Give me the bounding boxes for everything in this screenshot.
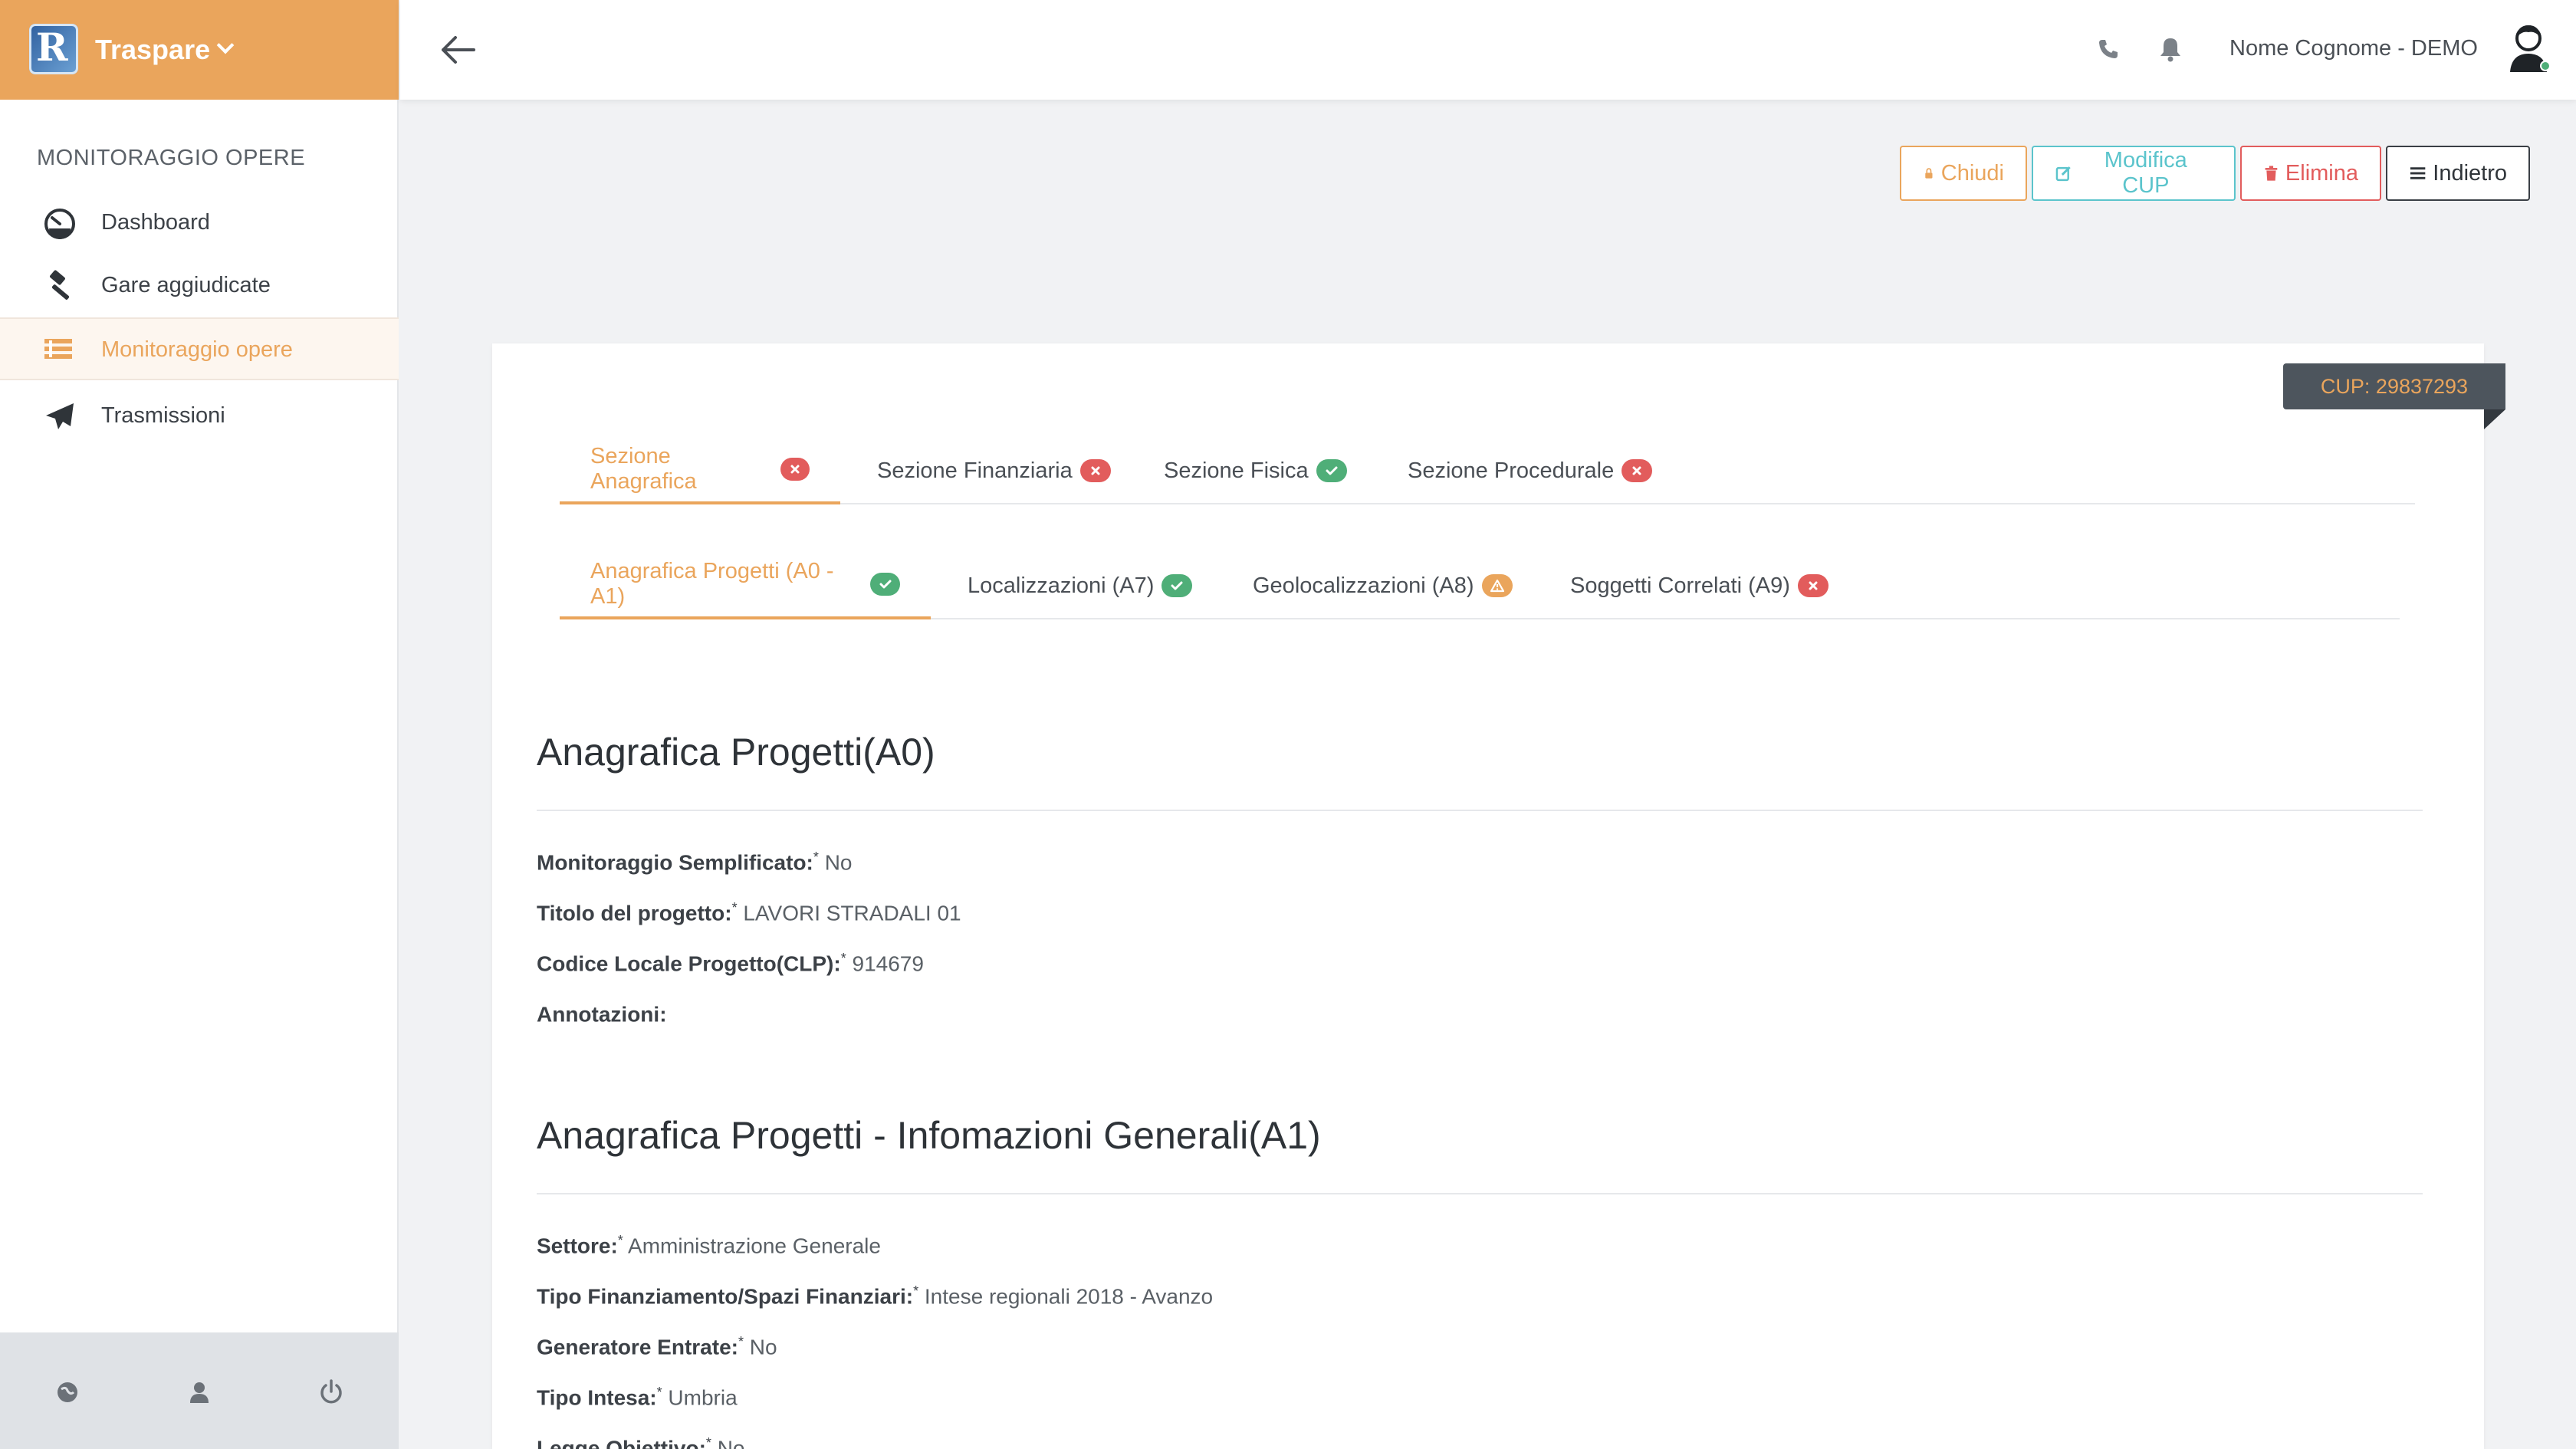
menu-icon xyxy=(2410,167,2426,179)
traspare-logo: R xyxy=(29,24,78,74)
gavel-icon xyxy=(50,270,70,300)
sidebar-item-label: Dashboard xyxy=(101,210,210,235)
sidebar-section-title: MONITORAGGIO OPERE xyxy=(37,146,306,170)
section-title-a0: Anagrafica Progetti(A0) xyxy=(537,731,935,774)
error-icon xyxy=(1622,459,1653,482)
sidebar-item-label: Monitoraggio opere xyxy=(101,337,293,362)
sidebar-footer xyxy=(0,1332,399,1449)
edit-icon xyxy=(2055,166,2071,182)
sidebar-item-label: Gare aggiudicate xyxy=(101,273,271,297)
field-legge-obiettivo: Legge Obiettivo:* No xyxy=(537,1435,745,1449)
modifica-cup-button[interactable]: Modifica CUP xyxy=(2032,146,2236,201)
field-settore: Settore:* Amministrazione Generale xyxy=(537,1233,881,1258)
sidebar-item-trasmissioni[interactable]: Trasmissioni xyxy=(0,385,399,448)
tab-geolocalizzazioni[interactable]: Geolocalizzazioni (A8) xyxy=(1222,552,1543,619)
sidebar: R Traspare MONITORAGGIO OPERE Dashboard … xyxy=(0,0,399,1449)
power-icon[interactable] xyxy=(316,1377,347,1408)
user-icon[interactable] xyxy=(184,1377,215,1408)
chiudi-button[interactable]: Chiudi xyxy=(1900,146,2027,201)
brand-dropdown[interactable]: R Traspare xyxy=(0,0,399,100)
tab-soggetti-correlati[interactable]: Soggetti Correlati (A9) xyxy=(1539,552,1859,619)
field-tipo-finanziamento: Tipo Finanziamento/Spazi Finanziari:* In… xyxy=(537,1283,1214,1309)
check-icon xyxy=(870,573,900,596)
avatar[interactable] xyxy=(2505,21,2553,75)
field-tipo-intesa: Tipo Intesa:* Umbria xyxy=(537,1385,738,1410)
globe-icon[interactable] xyxy=(52,1377,83,1408)
sidebar-item-monitoraggio[interactable]: Monitoraggio opere xyxy=(0,317,399,380)
chevron-down-icon xyxy=(216,36,235,54)
indietro-button[interactable]: Indietro xyxy=(2386,146,2530,201)
cup-ribbon: CUP: 29837293 xyxy=(2283,363,2505,409)
tab-anagrafica-progetti[interactable]: Anagrafica Progetti (A0 - A1) xyxy=(560,552,931,619)
trash-icon xyxy=(2265,166,2278,181)
bell-icon[interactable] xyxy=(2157,35,2183,63)
divider xyxy=(537,810,2423,811)
tab-localizzazioni[interactable]: Localizzazioni (A7) xyxy=(937,552,1223,619)
cup-ribbon-fold xyxy=(2484,409,2505,429)
elimina-button[interactable]: Elimina xyxy=(2240,146,2381,201)
section-title-a1: Anagrafica Progetti - Infomazioni Genera… xyxy=(537,1114,1321,1157)
user-name[interactable]: Nome Cognome - DEMO xyxy=(2229,36,2478,61)
list-icon xyxy=(44,339,72,359)
divider xyxy=(537,1193,2423,1194)
field-generatore-entrate: Generatore Entrate:* No xyxy=(537,1334,777,1359)
sidebar-item-label: Trasmissioni xyxy=(101,403,225,428)
dashboard-icon xyxy=(44,209,75,239)
lock-icon xyxy=(1925,168,1933,179)
field-titolo-progetto: Titolo del progetto:* LAVORI STRADALI 01 xyxy=(537,900,961,925)
back-arrow-icon[interactable] xyxy=(439,32,477,67)
check-icon xyxy=(1316,459,1347,482)
sidebar-item-dashboard[interactable]: Dashboard xyxy=(0,192,399,255)
paper-plane-icon xyxy=(46,403,74,429)
warning-icon xyxy=(1481,574,1513,597)
section-tabs: Sezione Anagrafica Sezione Finanziaria S… xyxy=(560,437,2415,504)
tab-sezione-finanziaria[interactable]: Sezione Finanziaria xyxy=(846,437,1142,504)
tab-sezione-anagrafica[interactable]: Sezione Anagrafica xyxy=(560,437,840,504)
sidebar-item-gare[interactable]: Gare aggiudicate xyxy=(0,255,399,317)
tab-sezione-fisica[interactable]: Sezione Fisica xyxy=(1133,437,1378,504)
check-icon xyxy=(1162,574,1193,597)
tab-sezione-procedurale[interactable]: Sezione Procedurale xyxy=(1377,437,1683,504)
field-monitoraggio-semplificato: Monitoraggio Semplificato:* No xyxy=(537,849,853,875)
brand-name: Traspare xyxy=(95,34,211,65)
field-codice-locale: Codice Locale Progetto(CLP):* 914679 xyxy=(537,951,924,976)
sub-tabs: Anagrafica Progetti (A0 - A1) Localizzaz… xyxy=(560,552,2400,619)
error-icon xyxy=(1079,459,1111,482)
top-header: Nome Cognome - DEMO xyxy=(400,0,2576,100)
phone-icon[interactable] xyxy=(2096,37,2121,61)
error-icon xyxy=(780,458,810,481)
field-annotazioni: Annotazioni: xyxy=(537,1002,667,1027)
error-icon xyxy=(1797,574,1829,597)
